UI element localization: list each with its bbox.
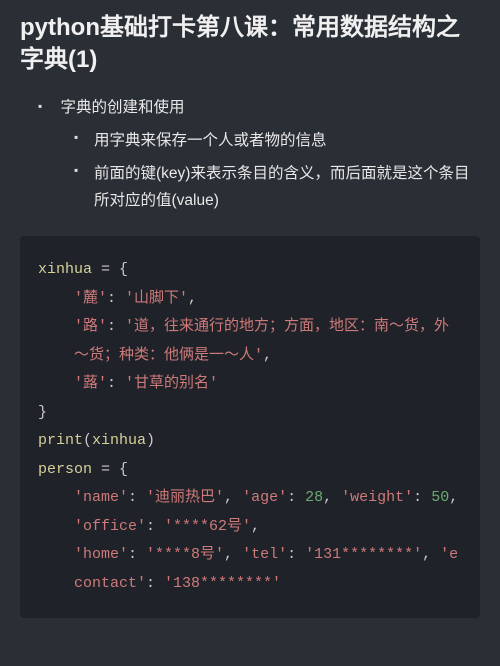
code-colon: : [107, 375, 125, 392]
list-item-label: 字典的创建和使用 [60, 99, 184, 116]
code-comma: , [188, 290, 197, 307]
code-val: '道，往来通行的地方；方面，地区：南～货，外～货；种类：他俩是一～人' [74, 318, 449, 364]
code-colon: : [287, 546, 305, 563]
code-key: 'home' [74, 546, 128, 563]
code-arg: xinhua [92, 432, 146, 449]
code-colon: : [146, 518, 164, 535]
code-comma: , [224, 546, 233, 563]
bullet-list-inner: 用字典来保存一个人或者物的信息 前面的键(key)来表示条目的含义，而后面就是这… [38, 127, 480, 214]
code-val: 50 [431, 489, 449, 506]
code-key: 'office' [74, 518, 146, 535]
code-comma: , [323, 489, 332, 506]
code-colon: : [128, 546, 146, 563]
code-brace: { [119, 461, 128, 478]
code-colon: : [107, 318, 125, 335]
code-brace: } [38, 404, 47, 421]
code-block: xinhua = { '麓': '山脚下', '路': '道，往来通行的地方；方… [20, 236, 480, 618]
code-colon: : [128, 489, 146, 506]
code-val: '山脚下' [125, 290, 188, 307]
code-key: 'age' [242, 489, 287, 506]
code-comma: , [449, 489, 458, 506]
code-val: '131********' [305, 546, 422, 563]
code-val: '迪丽热巴' [146, 489, 224, 506]
code-colon: : [413, 489, 431, 506]
code-key: '路' [74, 318, 107, 335]
list-item: 用字典来保存一个人或者物的信息 [74, 127, 480, 154]
code-comma: , [224, 489, 233, 506]
code-colon: : [287, 489, 305, 506]
code-var: person [38, 461, 92, 478]
code-fn: print [38, 432, 83, 449]
bullet-list-top: 字典的创建和使用 用字典来保存一个人或者物的信息 前面的键(key)来表示条目的… [20, 95, 480, 214]
code-paren: ( [83, 432, 92, 449]
code-comma: , [422, 546, 431, 563]
code-val: '****8号' [146, 546, 224, 563]
list-item: 前面的键(key)来表示条目的含义，而后面就是这个条目所对应的值(value) [74, 160, 480, 214]
code-comma: , [263, 347, 272, 364]
code-key: '麓' [74, 290, 107, 307]
code-val: '甘草的别名' [125, 375, 218, 392]
list-item: 字典的创建和使用 用字典来保存一个人或者物的信息 前面的键(key)来表示条目的… [38, 95, 480, 214]
code-var: xinhua [38, 261, 92, 278]
code-op: = [92, 261, 119, 278]
code-key: 'tel' [242, 546, 287, 563]
code-val: 28 [305, 489, 323, 506]
code-op: = [92, 461, 119, 478]
code-comma: , [251, 518, 260, 535]
code-key: 'weight' [341, 489, 413, 506]
code-brace: { [119, 261, 128, 278]
code-colon: : [107, 290, 125, 307]
code-paren: ) [146, 432, 155, 449]
code-key: '蕗' [74, 375, 107, 392]
code-val: '****62号' [164, 518, 251, 535]
code-colon: : [146, 575, 164, 592]
page-title: python基础打卡第八课：常用数据结构之字典(1) [20, 12, 480, 77]
code-key: 'name' [74, 489, 128, 506]
code-val: '138********' [164, 575, 281, 592]
